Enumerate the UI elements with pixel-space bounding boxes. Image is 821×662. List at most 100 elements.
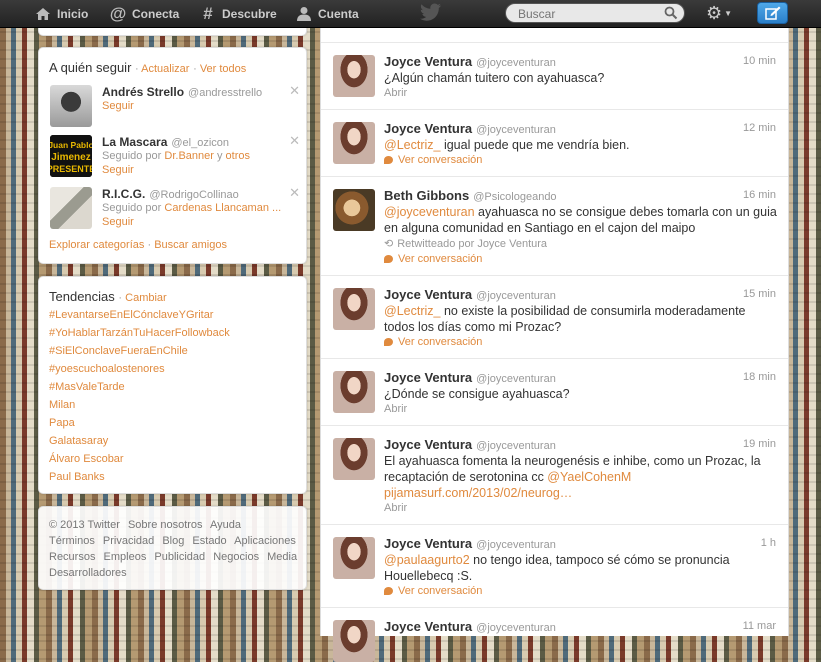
mention-link[interactable]: @paulaagurto2 [384, 553, 470, 567]
suggestion-name[interactable]: Andrés Strello @andresstrello [102, 85, 262, 99]
dismiss-icon[interactable]: ✕ [289, 83, 300, 99]
twitter-bird-icon[interactable] [420, 3, 442, 21]
follow-link[interactable]: Seguir [102, 100, 134, 112]
view-conversation-link[interactable]: Ver conversación [384, 253, 482, 265]
tweet[interactable]: Joyce Ventura @joyceventuran 15 min @Lect… [321, 276, 788, 359]
tweet[interactable]: Beth Gibbons @Psicologeando 16 min @joyce… [321, 177, 788, 276]
tweet-author[interactable]: Joyce Ventura @joyceventuran [384, 54, 556, 69]
tweet[interactable]: Joyce Ventura @joyceventuran 1 h @paulaag… [321, 525, 788, 608]
tweet-timestamp[interactable]: 12 min [743, 122, 776, 134]
tweet-author[interactable]: Joyce Ventura @joyceventuran [384, 536, 556, 551]
footer-link[interactable]: Aplicaciones [234, 535, 296, 547]
tweet[interactable]: Joyce Ventura @joyceventuran 12 min @Lect… [321, 110, 788, 177]
tweet-timestamp[interactable]: 19 min [743, 438, 776, 450]
follow-link[interactable]: Seguir [102, 164, 134, 176]
avatar[interactable] [333, 55, 375, 97]
avatar[interactable] [333, 122, 375, 164]
tweet-timestamp[interactable]: 18 min [743, 371, 776, 383]
tweet-timestamp[interactable]: 11 mar [743, 620, 776, 632]
trend-item[interactable]: #yoescuchoalostenores [49, 363, 165, 375]
find-friends-link[interactable]: Buscar amigos [154, 239, 227, 251]
view-conversation-link[interactable]: Ver conversación [384, 585, 482, 597]
tweet-timestamp[interactable]: 15 min [743, 288, 776, 300]
tweet[interactable]: Joyce Ventura @joyceventuran 19 min El ay… [321, 426, 788, 525]
who-to-follow-title: A quién seguir [49, 60, 132, 75]
footer-link[interactable]: Negocios [213, 551, 259, 563]
trend-item[interactable]: #SiElConclaveFueraEnChile [49, 345, 188, 357]
nav-account[interactable]: Cuenta [296, 0, 359, 27]
avatar[interactable] [50, 187, 92, 229]
open-tweet-link[interactable]: Abrir [384, 403, 407, 415]
dismiss-icon[interactable]: ✕ [289, 185, 300, 201]
footer-link[interactable]: Publicidad [154, 551, 205, 563]
avatar[interactable] [50, 85, 92, 127]
avatar[interactable] [333, 537, 375, 579]
trend-item[interactable]: #MasValeTarde [49, 381, 125, 393]
suggestion-name[interactable]: La Mascara @el_ozicon [102, 135, 229, 149]
suggestion-name[interactable]: R.I.C.G. @RodrigoCollinao [102, 187, 239, 201]
footer-link[interactable]: Sobre nosotros [128, 519, 203, 531]
view-conversation-link[interactable]: Ver conversación [384, 336, 482, 348]
avatar[interactable] [333, 288, 375, 330]
mention-link[interactable]: @Lectriz_ [384, 138, 440, 152]
trend-item[interactable]: #YoHablarTarzánTuHacerFollowback [49, 327, 230, 339]
tweet-author[interactable]: Joyce Ventura @joyceventuran [384, 437, 556, 452]
settings-menu[interactable]: ⚙ ▼ [706, 3, 736, 23]
nav-connect[interactable]: @ Conecta [110, 0, 180, 27]
trend-item[interactable]: Milan [49, 399, 75, 411]
followed-by-link[interactable]: Dr.Banner [164, 150, 214, 162]
tweet-timestamp[interactable]: 10 min [743, 55, 776, 67]
footer-link[interactable]: Estado [192, 535, 226, 547]
tweet-timestamp[interactable]: 1 h [761, 537, 776, 549]
avatar[interactable] [333, 189, 375, 231]
open-tweet-link[interactable]: Abrir [384, 87, 407, 99]
who-to-follow-panel: A quién seguir · Actualizar · Ver todos … [38, 47, 307, 264]
tweet-author[interactable]: Joyce Ventura @joyceventuran [384, 619, 556, 634]
compose-tweet-button[interactable] [757, 2, 788, 24]
tweet[interactable]: Joyce Ventura @joyceventuran 11 mar [321, 608, 788, 662]
change-trends-link[interactable]: Cambiar [125, 292, 167, 304]
follow-link[interactable]: Seguir [102, 216, 134, 228]
trend-item[interactable]: Álvaro Escobar [49, 453, 124, 465]
avatar[interactable]: Juan Pablo JimenezPRESENTE [50, 135, 92, 177]
mention-link[interactable]: @Lectriz_ [384, 304, 440, 318]
search-input[interactable] [516, 6, 670, 22]
footer-link[interactable]: Blog [162, 535, 184, 547]
avatar[interactable] [333, 620, 375, 662]
trend-item[interactable]: #LevantarseEnElCónclaveYGritar [49, 309, 213, 321]
search-icon[interactable] [664, 6, 678, 20]
footer-link[interactable]: Términos [49, 535, 95, 547]
refresh-link[interactable]: Actualizar [141, 63, 189, 75]
trend-item[interactable]: Galatasaray [49, 435, 108, 447]
nav-home[interactable]: Inicio [35, 0, 88, 27]
dismiss-icon[interactable]: ✕ [289, 133, 300, 149]
mention-link[interactable]: @YaelCohenM [547, 470, 631, 484]
view-conversation-link[interactable]: Ver conversación [384, 154, 482, 166]
search-box[interactable] [505, 3, 685, 23]
footer-link[interactable]: Empleos [104, 551, 147, 563]
others-link[interactable]: otros [226, 150, 250, 162]
view-all-link[interactable]: Ver todos [200, 63, 246, 75]
footer-link[interactable]: Media [267, 551, 297, 563]
footer-link[interactable]: Ayuda [210, 519, 241, 531]
tweet[interactable]: Joyce Ventura @joyceventuran 10 min ¿Algú… [321, 43, 788, 110]
avatar[interactable] [333, 371, 375, 413]
tweet-author[interactable]: Joyce Ventura @joyceventuran [384, 287, 556, 302]
footer-link[interactable]: Desarrolladores [49, 567, 127, 579]
footer-link[interactable]: Privacidad [103, 535, 154, 547]
url-link[interactable]: pijamasurf.com/2013/02/neurog… [384, 486, 572, 500]
tweet-author[interactable]: Beth Gibbons @Psicologeando [384, 188, 557, 203]
followed-by-link[interactable]: Cardenas Llancaman ... [164, 202, 281, 214]
tweet[interactable]: Joyce Ventura @joyceventuran 18 min ¿Dónd… [321, 359, 788, 426]
trend-item[interactable]: Papa [49, 417, 75, 429]
open-tweet-link[interactable]: Abrir [384, 502, 407, 514]
tweet-author[interactable]: Joyce Ventura @joyceventuran [384, 370, 556, 385]
mention-link[interactable]: @joyceventuran [384, 205, 475, 219]
footer-link[interactable]: Recursos [49, 551, 95, 563]
tweet-timestamp[interactable]: 16 min [743, 189, 776, 201]
avatar[interactable] [333, 438, 375, 480]
explore-categories-link[interactable]: Explorar categorías [49, 239, 144, 251]
trend-item[interactable]: Paul Banks [49, 471, 105, 483]
tweet-author[interactable]: Joyce Ventura @joyceventuran [384, 121, 556, 136]
nav-discover[interactable]: # Descubre [200, 0, 276, 27]
